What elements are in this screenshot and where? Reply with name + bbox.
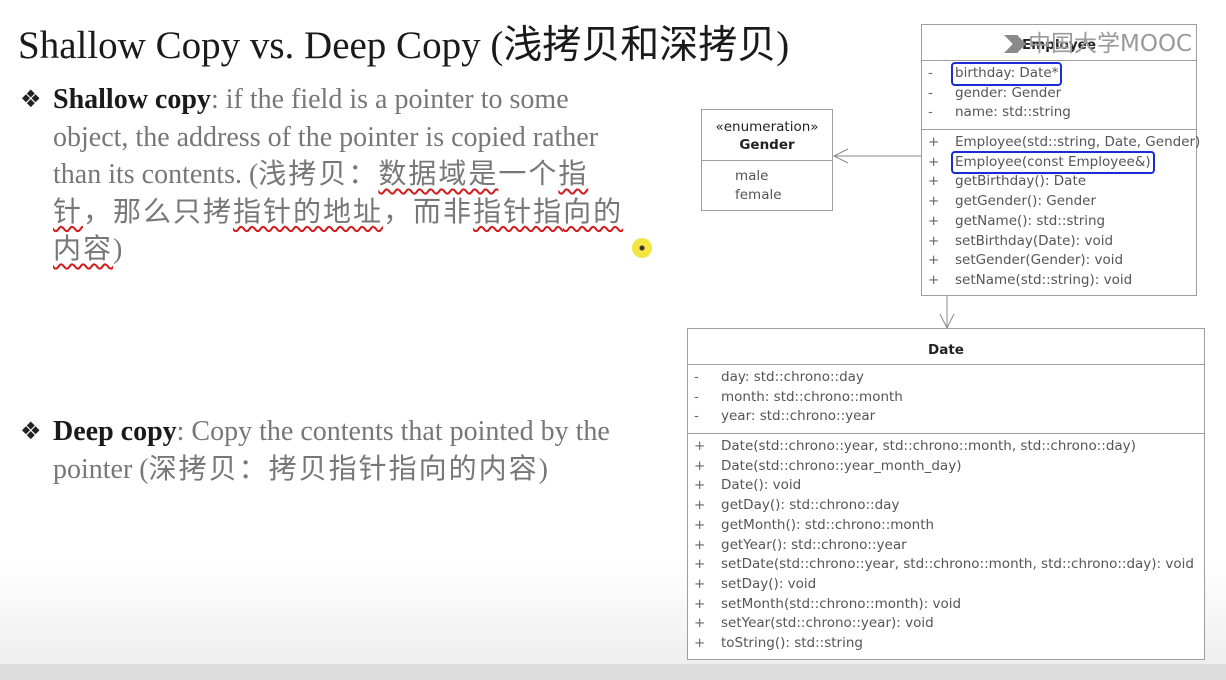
enum-value: male (702, 167, 832, 186)
highlighted-copy-constructor: Employee(const Employee&) (951, 150, 1155, 175)
operation-text: getName(): std::string (955, 212, 1106, 229)
visibility-marker: + (694, 556, 706, 573)
visibility-marker: + (694, 536, 706, 553)
date-attribute: - year: std::chrono::year (688, 407, 1204, 427)
operation-text: Date(std::chrono::year_month_day) (721, 457, 962, 474)
visibility-marker: - (928, 84, 933, 101)
operation-text: setGender(Gender): void (955, 252, 1124, 269)
operation-text: getMonth(): std::chrono::month (721, 516, 935, 533)
employee-operation: + getGender(): Gender (922, 192, 1196, 212)
visibility-marker: - (928, 104, 933, 121)
visibility-marker: + (694, 477, 706, 494)
employee-operation: + setGender(Gender): void (922, 251, 1196, 271)
gender-values: male female (702, 161, 832, 211)
operation-text: setDay(): void (721, 575, 817, 592)
visibility-marker: + (928, 212, 940, 229)
visibility-marker: - (694, 408, 699, 425)
gender-enum-name: Gender (739, 137, 795, 153)
date-attributes: - day: std::chrono::day - month: std::chro… (688, 365, 1204, 435)
mooc-watermark: 中国大学MOOC (1004, 24, 1192, 58)
enum-value: female (702, 186, 832, 205)
employee-operation: + getName(): std::string (922, 212, 1196, 232)
attribute-text: gender: Gender (955, 84, 1062, 101)
operation-text: setBirthday(Date): void (955, 232, 1114, 249)
visibility-marker: + (928, 271, 940, 288)
date-operation: + Date(std::chrono::year_month_day) (688, 457, 1204, 477)
mooc-logo-icon (1004, 35, 1026, 53)
date-operation: + setMonth(std::chrono::month): void (688, 595, 1204, 615)
visibility-marker: - (928, 65, 933, 81)
operation-text: setMonth(std::chrono::month): void (721, 595, 962, 612)
operation-text: setName(std::string): void (955, 271, 1133, 288)
enum-value-text: male (735, 168, 769, 184)
visibility-marker: + (928, 153, 940, 170)
highlighted-attribute: birthday: Date* (950, 62, 1063, 86)
operation-text: setDate(std::chrono::year, std::chrono::… (721, 556, 1194, 573)
visibility-marker: + (928, 173, 940, 190)
operation-text: getGender(): Gender (955, 193, 1097, 210)
visibility-marker: - (694, 388, 699, 405)
date-class-box: Date - day: std::chrono::day - month: std:… (687, 328, 1205, 660)
attribute-text: name: std::string (955, 104, 1071, 121)
date-operation: + toString(): std::string (688, 634, 1204, 654)
operation-text: setYear(std::chrono::year): void (721, 615, 934, 632)
employee-attribute: - name: std::string (922, 103, 1196, 123)
visibility-marker: - (694, 369, 699, 385)
operation-text: Employee(std::string, Date, Gender) (955, 134, 1201, 151)
date-operation: + setDate(std::chrono::year, std::chrono:… (688, 555, 1204, 575)
visibility-marker: + (694, 457, 706, 474)
visibility-marker: + (694, 634, 706, 651)
watermark-text: 中国大学MOOC (1028, 31, 1193, 57)
enum-stereotype: «enumeration» (715, 119, 819, 135)
employee-operations: + Employee(std::string, Date, Gender) + Em… (922, 130, 1200, 297)
date-operation: + getYear(): std::chrono::year (688, 536, 1204, 556)
date-operation: + getMonth(): std::chrono::month (688, 516, 1204, 536)
visibility-marker: + (694, 575, 706, 592)
visibility-marker: + (928, 252, 940, 269)
date-class-name: Date (688, 329, 1204, 365)
attribute-text: year: std::chrono::year (721, 408, 876, 425)
employee-operation: + Employee(std::string, Date, Gender) (922, 133, 1200, 153)
employee-attribute: - birthday: Date* (922, 62, 1196, 86)
employee-attributes: - birthday: Date* - gender: Gender - name: … (922, 61, 1196, 131)
employee-attribute: - gender: Gender (922, 84, 1196, 104)
operation-text: toString(): std::string (721, 634, 863, 651)
employee-operation: + setName(std::string): void (922, 271, 1196, 291)
employee-class-box: Employee - birthday: Date* - gender: Gende… (921, 24, 1200, 297)
employee-operation: + setBirthday(Date): void (922, 232, 1196, 252)
attribute-text: month: std::chrono::month (721, 388, 903, 405)
visibility-marker: + (928, 134, 940, 151)
visibility-marker: + (694, 516, 706, 533)
date-operation: + Date(std::chrono::year, std::chrono::mo… (688, 437, 1204, 457)
gender-enum-header: «enumeration» Gender (702, 110, 832, 161)
visibility-marker: + (694, 595, 706, 612)
date-attribute: - month: std::chrono::month (688, 388, 1204, 408)
visibility-marker: + (928, 232, 940, 249)
gender-enum-box: «enumeration» Gender male female (701, 109, 833, 211)
visibility-marker: + (928, 193, 940, 210)
operation-text: getDay(): std::chrono::day (721, 497, 900, 514)
operation-text: Date(): void (721, 477, 802, 494)
attribute-text: day: std::chrono::day (721, 369, 864, 385)
visibility-marker: + (694, 497, 706, 514)
operation-text: getYear(): std::chrono::year (721, 536, 907, 553)
date-operation: + setYear(std::chrono::year): void (688, 614, 1204, 634)
visibility-marker: + (694, 438, 706, 455)
operation-text: Date(std::chrono::year, std::chrono::mon… (721, 438, 1136, 455)
date-operations: + Date(std::chrono::year, std::chrono::mo… (688, 434, 1204, 660)
operation-text: getBirthday(): Date (955, 173, 1087, 190)
employee-operation: + getBirthday(): Date (922, 172, 1196, 192)
enum-value-text: female (735, 187, 782, 203)
employee-operation: + Employee(const Employee&) (922, 150, 1196, 175)
date-operation: + Date(): void (688, 476, 1204, 496)
date-attribute: - day: std::chrono::day (688, 368, 1204, 388)
date-operation: + getDay(): std::chrono::day (688, 496, 1204, 516)
visibility-marker: + (694, 615, 706, 632)
date-operation: + setDay(): void (688, 575, 1204, 595)
